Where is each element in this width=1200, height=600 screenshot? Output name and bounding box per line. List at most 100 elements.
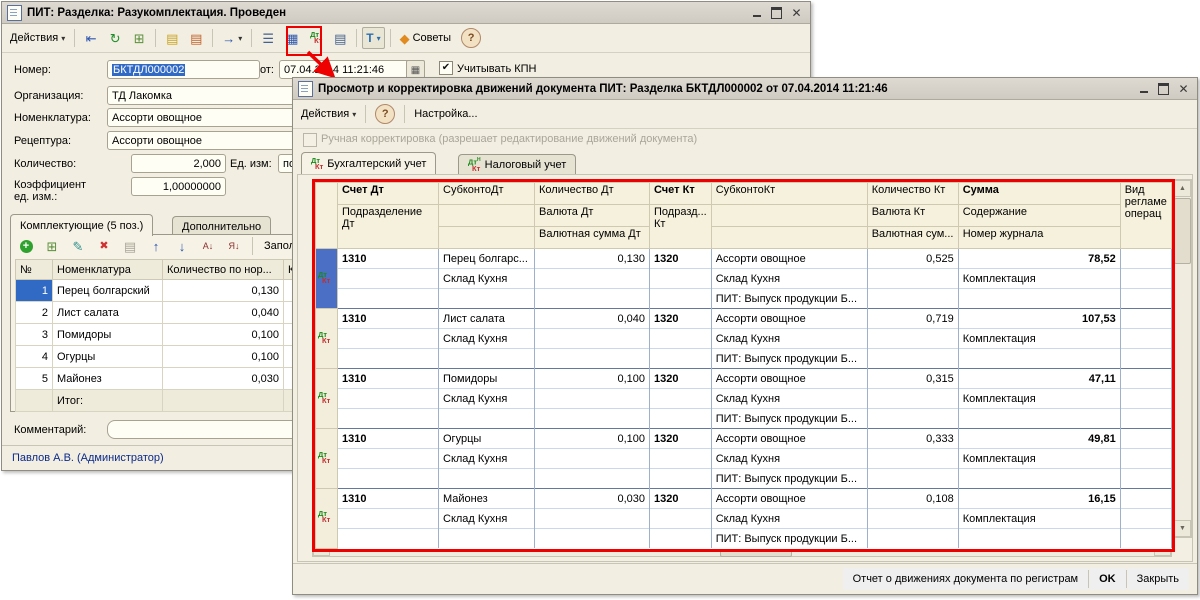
cell-empty[interactable] bbox=[338, 409, 439, 429]
movement-subrow[interactable]: Склад Кухня Склад Кухня Комплектация bbox=[316, 389, 1172, 409]
col-header-cur-dt[interactable]: Валюта Дт bbox=[535, 205, 650, 227]
col-header-cur-kt[interactable]: Валюта Кт bbox=[867, 205, 958, 227]
col-header-content[interactable]: Содержание bbox=[958, 205, 1120, 227]
minimize-icon[interactable] bbox=[1135, 81, 1152, 96]
cell-empty[interactable] bbox=[338, 509, 439, 529]
cell-empty[interactable] bbox=[535, 529, 650, 549]
maximize-icon[interactable] bbox=[768, 5, 785, 20]
cell-empty[interactable] bbox=[867, 389, 958, 409]
col-header-name[interactable]: Номенклатура bbox=[53, 260, 163, 280]
cell-empty[interactable] bbox=[1120, 329, 1171, 349]
cell-dt-subconto1[interactable]: Помидоры bbox=[439, 369, 535, 389]
col-header-acct-dt[interactable]: Счет Дт bbox=[338, 183, 439, 205]
col-header-qty[interactable]: Количество по нор... bbox=[163, 260, 284, 280]
cell-dt-account[interactable]: 1310 bbox=[338, 309, 439, 329]
scrollbar-thumb[interactable] bbox=[1174, 198, 1191, 264]
cell-kt-subconto2[interactable]: Склад Кухня bbox=[711, 389, 867, 409]
number-field[interactable]: БКТДЛ000002 bbox=[107, 60, 260, 79]
cell-dt-quantity[interactable]: 0,130 bbox=[535, 249, 650, 269]
cell-empty[interactable] bbox=[535, 509, 650, 529]
cell-dt-account[interactable]: 1310 bbox=[338, 429, 439, 449]
cell-empty[interactable] bbox=[867, 329, 958, 349]
col-header-sub-dt[interactable]: СубконтоДт bbox=[439, 183, 535, 205]
movement-row[interactable]: ДтКт 1310 Майонез 0,030 1320 Ассорти ово… bbox=[316, 489, 1172, 509]
col-header-journal[interactable]: Номер журнала bbox=[958, 227, 1120, 249]
cell-empty[interactable] bbox=[958, 289, 1120, 309]
col-header-sub-kt[interactable]: СубконтоКт bbox=[711, 183, 867, 205]
cell-content[interactable]: Комплектация bbox=[958, 449, 1120, 469]
cell-vid[interactable] bbox=[1120, 249, 1171, 269]
col-header-subdiv-kt[interactable]: Подразд... Кт bbox=[650, 205, 712, 249]
cell-vid[interactable] bbox=[1120, 309, 1171, 329]
movement-row[interactable]: ДтКт 1310 Помидоры 0,100 1320 Ассорти ов… bbox=[316, 369, 1172, 389]
vertical-scrollbar[interactable]: ▲ ▼ bbox=[1173, 179, 1192, 538]
kpn-checkbox[interactable]: ✔ bbox=[439, 61, 453, 75]
cell-dt-account[interactable]: 1310 bbox=[338, 489, 439, 509]
cell-kt-subconto1[interactable]: Ассорти овощное bbox=[711, 309, 867, 329]
cell-dt-subconto1[interactable]: Перец болгарс... bbox=[439, 249, 535, 269]
row-dtkt-icon-cell[interactable]: ДтКт bbox=[316, 369, 338, 429]
cell-empty[interactable] bbox=[650, 329, 712, 349]
movement-row[interactable]: ДтКт 1310 Перец болгарс... 0,130 1320 Ас… bbox=[316, 249, 1172, 269]
cell-empty[interactable] bbox=[867, 269, 958, 289]
col-header-acct-kt[interactable]: Счет Кт bbox=[650, 183, 712, 205]
col-header-qty-dt[interactable]: Количество Дт bbox=[535, 183, 650, 205]
row-dtkt-icon-cell[interactable]: ДтКт bbox=[316, 309, 338, 369]
copy-row-button[interactable]: ⊞ bbox=[41, 237, 63, 255]
cell-content[interactable]: Комплектация bbox=[958, 329, 1120, 349]
cell-kt-quantity[interactable]: 0,719 bbox=[867, 309, 958, 329]
dtkt-movements-button[interactable]: ДтКт bbox=[305, 27, 327, 49]
cell-kt-account[interactable]: 1320 bbox=[650, 369, 712, 389]
movement-subrow[interactable]: ПИТ: Выпуск продукции Б... bbox=[316, 409, 1172, 429]
cell-empty[interactable] bbox=[535, 409, 650, 429]
col-header-qty-kt[interactable]: Количество Кт bbox=[867, 183, 958, 205]
cell-empty[interactable] bbox=[535, 449, 650, 469]
actions-menu-button[interactable]: Действия ▾ bbox=[6, 27, 69, 49]
cell-empty[interactable] bbox=[650, 449, 712, 469]
cell-dt-account[interactable]: 1310 bbox=[338, 249, 439, 269]
cell-vid[interactable] bbox=[1120, 429, 1171, 449]
cell-empty[interactable] bbox=[1120, 469, 1171, 489]
cell-empty[interactable] bbox=[535, 389, 650, 409]
cell-dt-subconto1[interactable]: Огурцы bbox=[439, 429, 535, 449]
cell-nomenclature[interactable]: Лист салата bbox=[53, 302, 163, 324]
cell-content[interactable]: Комплектация bbox=[958, 389, 1120, 409]
cell-empty[interactable] bbox=[535, 269, 650, 289]
cell-sum[interactable]: 78,52 bbox=[958, 249, 1120, 269]
cell-empty[interactable] bbox=[338, 529, 439, 549]
cell-empty[interactable] bbox=[867, 449, 958, 469]
cell-empty[interactable] bbox=[650, 469, 712, 489]
cell-nomenclature[interactable]: Майонез bbox=[53, 368, 163, 390]
cell-empty[interactable] bbox=[338, 329, 439, 349]
cell-kt-subconto3[interactable]: ПИТ: Выпуск продукции Б... bbox=[711, 289, 867, 309]
cell-empty[interactable] bbox=[439, 529, 535, 549]
cell-empty[interactable] bbox=[535, 349, 650, 369]
cell-empty[interactable] bbox=[439, 349, 535, 369]
cell-empty[interactable] bbox=[338, 269, 439, 289]
cell-empty[interactable] bbox=[650, 289, 712, 309]
cell-empty[interactable] bbox=[535, 329, 650, 349]
cell-kt-subconto3[interactable]: ПИТ: Выпуск продукции Б... bbox=[711, 409, 867, 429]
col-header-sum[interactable]: Сумма bbox=[958, 183, 1120, 205]
cell-nomenclature[interactable]: Огурцы bbox=[53, 346, 163, 368]
move-down-button[interactable]: ↓ bbox=[171, 237, 193, 255]
cell-row-number[interactable]: 3 bbox=[16, 324, 53, 346]
cell-empty[interactable] bbox=[1120, 269, 1171, 289]
cell-dt-quantity[interactable]: 0,100 bbox=[535, 369, 650, 389]
check-rows-button[interactable]: ▦ bbox=[281, 27, 303, 49]
cell-empty[interactable] bbox=[650, 529, 712, 549]
cell-dt-account[interactable]: 1310 bbox=[338, 369, 439, 389]
cell-quantity[interactable]: 0,030 bbox=[163, 368, 284, 390]
close-icon[interactable]: ✕ bbox=[1175, 81, 1192, 96]
document-structure-button[interactable]: ▤ bbox=[329, 27, 351, 49]
manual-adjustment-checkbox[interactable] bbox=[303, 133, 317, 147]
cell-empty[interactable] bbox=[867, 289, 958, 309]
cell-kt-account[interactable]: 1320 bbox=[650, 249, 712, 269]
movement-subrow[interactable]: ПИТ: Выпуск продукции Б... bbox=[316, 289, 1172, 309]
cell-kt-quantity[interactable]: 0,315 bbox=[867, 369, 958, 389]
cell-empty[interactable] bbox=[338, 289, 439, 309]
row-dtkt-icon-cell[interactable]: ДтКт bbox=[316, 429, 338, 489]
cell-kt-subconto3[interactable]: ПИТ: Выпуск продукции Б... bbox=[711, 529, 867, 549]
cell-kt-subconto1[interactable]: Ассорти овощное bbox=[711, 369, 867, 389]
cell-empty[interactable] bbox=[1120, 349, 1171, 369]
